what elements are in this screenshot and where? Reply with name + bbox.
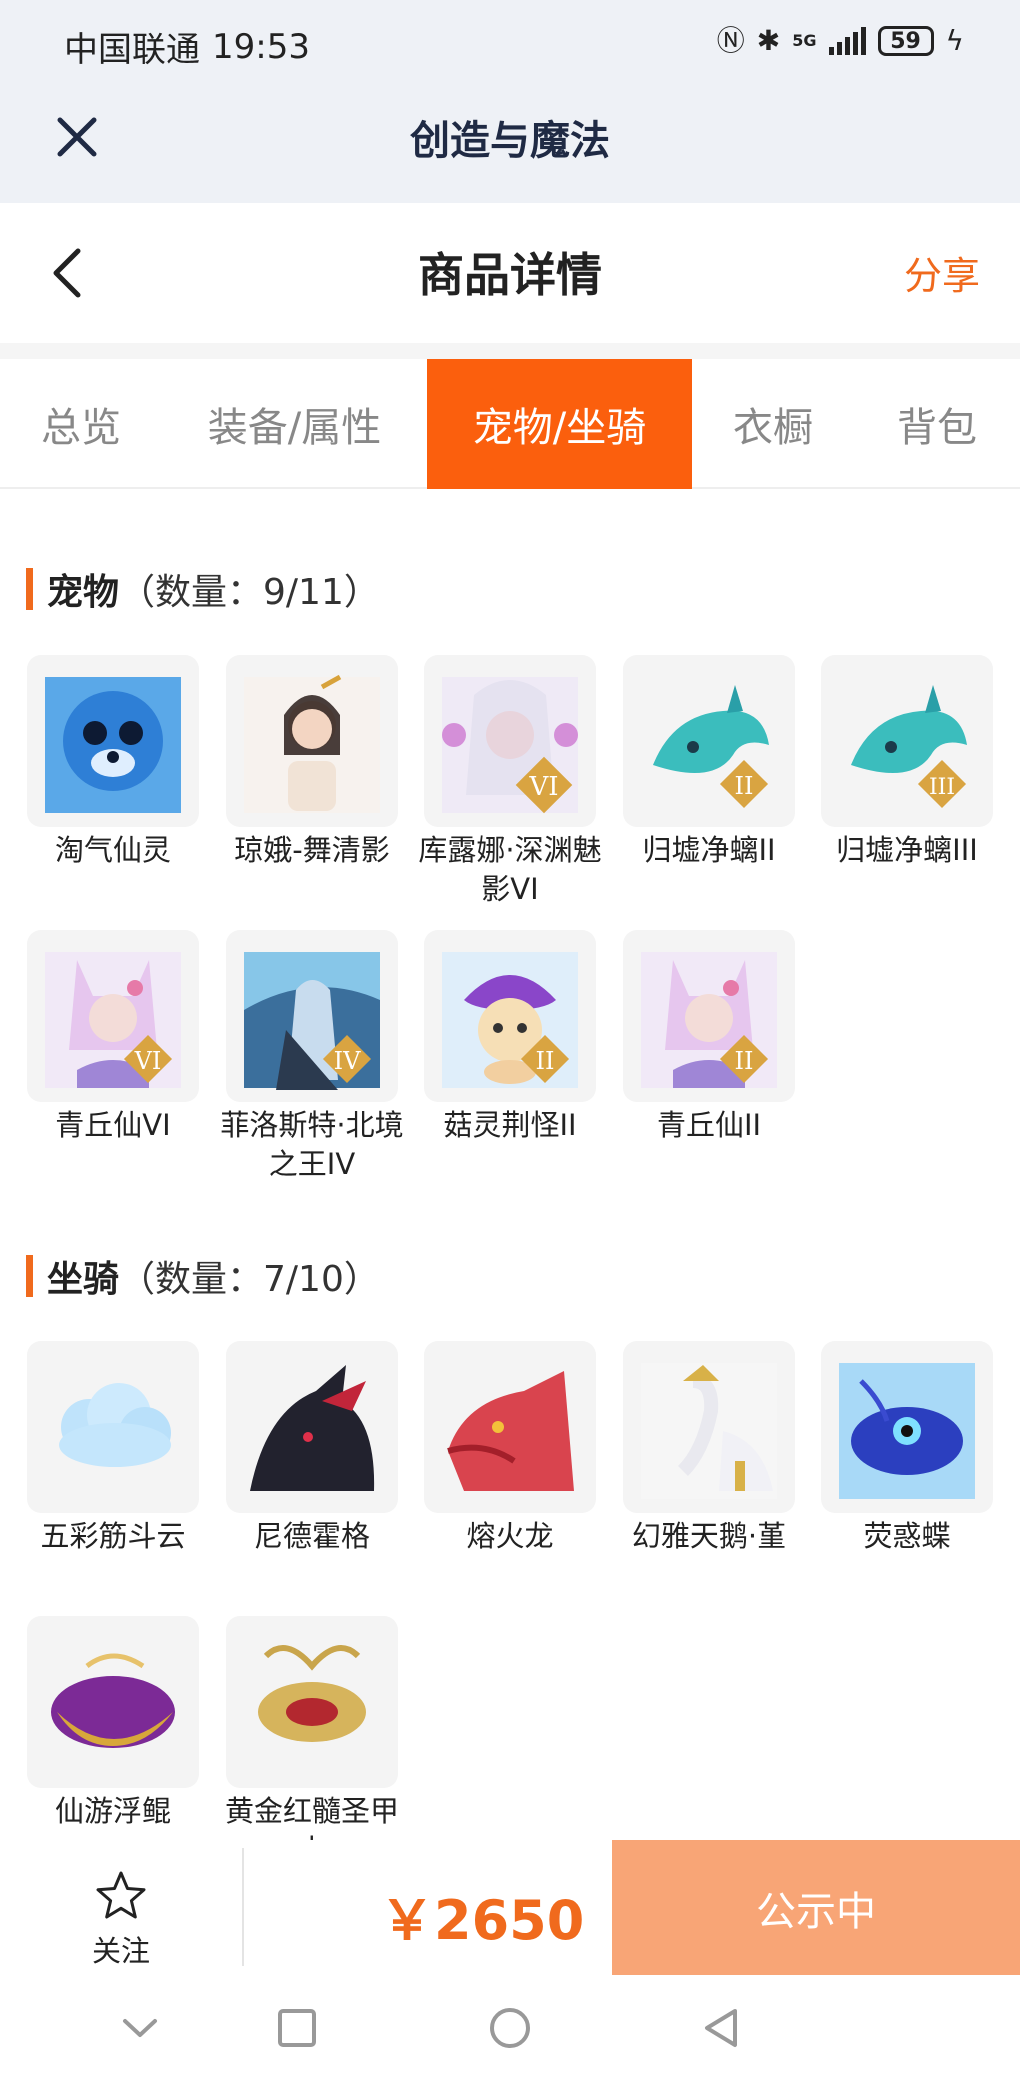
svg-text:VI: VI	[134, 1047, 162, 1075]
mount-item[interactable]: 尼德霍格	[226, 1341, 398, 1556]
status-icons: Ⓝ ✱ 5G 59 ϟ	[717, 24, 964, 58]
pet-item[interactable]: 淘气仙灵	[27, 655, 199, 870]
mount-item[interactable]: 熔火龙	[424, 1341, 596, 1556]
pet-name: 琼娥-舞清影	[234, 833, 390, 867]
back-triangle-icon[interactable]	[697, 2003, 747, 2053]
blue-seal-pet-icon	[27, 655, 199, 827]
mount-name: 仙游浮鲲	[54, 1794, 171, 1828]
price: ￥2650	[380, 1889, 585, 1952]
section-accent-bar	[26, 568, 33, 610]
pet-item[interactable]: VI 青丘仙VI	[27, 930, 199, 1145]
flying-whale-mount-icon	[27, 1616, 199, 1788]
red-dragon-mount-icon	[424, 1341, 596, 1513]
carrier-name: 中国联通	[64, 30, 200, 70]
clock: 19:53	[212, 26, 310, 67]
star-icon	[96, 1871, 146, 1919]
divider	[0, 343, 1020, 359]
mounts-section-name: 坐骑	[47, 1259, 120, 1300]
blue-butterfly-mount-icon	[821, 1341, 993, 1513]
fox-fairy-pet-icon: II	[623, 930, 795, 1102]
svg-text:II: II	[536, 1047, 555, 1075]
publicity-status-button[interactable]: 公示中	[612, 1840, 1020, 1975]
mount-name: 荧惑蝶	[863, 1519, 951, 1553]
white-hair-girl-pet-icon: VI	[424, 655, 596, 827]
pet-item[interactable]: IV 菲洛斯特·北境之王IV	[220, 930, 404, 1184]
pet-name: 淘气仙灵	[54, 833, 171, 867]
chevron-down-icon[interactable]	[115, 2003, 165, 2053]
ice-king-pet-icon: IV	[226, 930, 398, 1102]
tab-overview[interactable]: 总览	[0, 359, 162, 489]
pets-section-title: 宠物 （数量：9/11）	[26, 563, 380, 615]
pet-name: 菇灵荆怪II	[443, 1108, 577, 1142]
page-header: 商品详情 分享	[0, 203, 1020, 343]
purple-mushroom-pet-icon: II	[424, 930, 596, 1102]
pet-name: 菲洛斯特·北境之王IV	[220, 1108, 404, 1181]
mount-item[interactable]: 幻雅天鹅·堇	[623, 1341, 795, 1556]
pet-name: 青丘仙VI	[55, 1108, 171, 1142]
app-title-bar: 创造与魔法	[0, 86, 1020, 203]
teal-dragon-pet-icon: III	[821, 655, 993, 827]
mount-name: 尼德霍格	[253, 1519, 370, 1553]
svg-text:VI: VI	[528, 772, 558, 802]
svg-text:IV: IV	[334, 1047, 361, 1075]
mount-item[interactable]: 仙游浮鲲	[27, 1616, 199, 1831]
golden-beetle-mount-icon	[226, 1616, 398, 1788]
svg-text:II: II	[735, 1047, 754, 1075]
teal-dragon-pet-icon: II	[623, 655, 795, 827]
tab-pets-mounts[interactable]: 宠物/坐骑	[427, 359, 692, 489]
recent-apps-icon[interactable]	[272, 2003, 322, 2053]
nfc-icon: Ⓝ	[716, 24, 745, 57]
tab-equipment-attributes[interactable]: 装备/属性	[162, 359, 427, 489]
pet-name: 库露娜·深渊魅影VI	[418, 833, 602, 906]
status-bar: 中国联通 19:53 Ⓝ ✱ 5G 59 ϟ	[0, 0, 1020, 86]
charging-icon: ϟ	[945, 24, 964, 57]
follow-button[interactable]: 关注	[66, 1870, 176, 1970]
tab-wardrobe[interactable]: 衣橱	[692, 359, 854, 489]
pet-name: 归墟净螭III	[836, 833, 978, 867]
pet-item[interactable]: II 青丘仙II	[623, 930, 795, 1145]
share-button[interactable]: 分享	[904, 245, 980, 300]
app-top-area: 中国联通 19:53 Ⓝ ✱ 5G 59 ϟ 创造与魔法	[0, 0, 1020, 203]
home-icon[interactable]	[485, 2003, 535, 2053]
tab-backpack[interactable]: 背包	[854, 359, 1020, 489]
battery-icon: 59	[877, 26, 934, 56]
swan-mount-icon	[623, 1341, 795, 1513]
mount-item[interactable]: 荧惑蝶	[821, 1341, 993, 1556]
mount-name: 熔火龙	[466, 1519, 554, 1553]
mounts-section-title: 坐骑 （数量：7/10）	[26, 1250, 380, 1302]
pet-item[interactable]: 琼娥-舞清影	[226, 655, 398, 870]
pet-item[interactable]: II 归墟净螭II	[623, 655, 795, 870]
svg-text:III: III	[929, 775, 955, 800]
mount-name: 幻雅天鹅·堇	[631, 1519, 787, 1553]
mount-item[interactable]: 五彩筋斗云	[27, 1341, 199, 1556]
network-type: 5G	[792, 31, 817, 50]
svg-text:II: II	[735, 772, 754, 800]
pets-section-count: （数量：9/11）	[119, 572, 380, 613]
fox-fairy-pet-icon: VI	[27, 930, 199, 1102]
mount-item[interactable]: 黄金红髓圣甲虫	[225, 1616, 399, 1870]
fairy-girl-pet-icon	[226, 655, 398, 827]
bottom-action-bar: 关注 ￥2650 公示中	[0, 1840, 1020, 1975]
pet-item[interactable]: III 归墟净螭III	[821, 655, 993, 870]
mounts-section-count: （数量：7/10）	[119, 1259, 380, 1300]
follow-label: 关注	[91, 1934, 150, 1968]
app-title: 创造与魔法	[410, 118, 610, 164]
tab-bar: 总览 装备/属性 宠物/坐骑 衣橱 背包	[0, 359, 1020, 489]
pets-section-name: 宠物	[47, 572, 120, 613]
page-title: 商品详情	[418, 248, 602, 302]
cloud-mount-icon	[27, 1341, 199, 1513]
section-accent-bar	[26, 1255, 33, 1297]
pet-name: 青丘仙II	[656, 1108, 762, 1142]
pet-name: 归墟净螭II	[642, 833, 776, 867]
pet-item[interactable]: VI 库露娜·深渊魅影VI	[418, 655, 602, 909]
status-left: 中国联通 19:53	[64, 22, 310, 71]
pet-item[interactable]: II 菇灵荆怪II	[424, 930, 596, 1145]
bluetooth-icon: ✱	[756, 24, 781, 57]
mount-name: 五彩筋斗云	[40, 1519, 186, 1553]
system-navigation-bar	[0, 1975, 1020, 2082]
signal-icon	[828, 27, 866, 55]
black-dragon-mount-icon	[226, 1341, 398, 1513]
bottom-divider	[242, 1848, 244, 1966]
